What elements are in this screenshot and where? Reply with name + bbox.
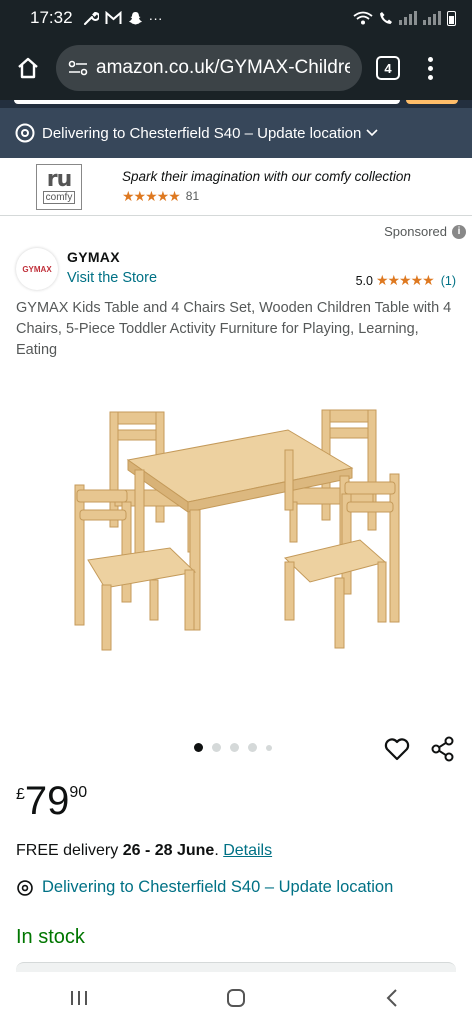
heart-icon[interactable] (384, 737, 410, 761)
price-currency: £ (16, 786, 25, 803)
tab-switcher-button[interactable]: 4 (376, 56, 400, 80)
delivery-dates: 26 - 28 June (122, 842, 215, 859)
rating-value: 5.0 (355, 273, 373, 288)
price-whole: 79 (24, 779, 70, 823)
share-icon[interactable] (430, 736, 456, 762)
location-pin-icon (15, 123, 35, 143)
wifi-icon (353, 11, 373, 25)
star-rating-icon: ★★★★★ (122, 187, 181, 204)
url-field[interactable]: amazon.co.uk/GYMAX-Childrer (56, 45, 362, 91)
delivery-info: FREE delivery 26 - 28 June. Details (16, 842, 273, 859)
call-icon (380, 12, 392, 24)
delivery-location-link[interactable]: Delivering to Chesterfield S40 – Update … (16, 878, 393, 897)
more-icon: ··· (148, 10, 163, 26)
back-icon[interactable] (382, 987, 404, 1009)
delivery-location-bar[interactable]: Delivering to Chesterfield S40 – Update … (0, 108, 472, 158)
carousel-dot[interactable] (248, 743, 257, 752)
brand-row: GYMAX GYMAX Visit the Store 5.0 ★★★★★ (1… (16, 246, 456, 290)
banner-rating: ★★★★★ 81 (122, 188, 411, 205)
status-bar: 17:32 ··· (0, 0, 472, 36)
image-carousel-indicator[interactable] (194, 743, 272, 752)
wrench-icon (83, 12, 99, 25)
carousel-dot[interactable] (212, 743, 221, 752)
visit-store-link[interactable]: Visit the Store (67, 270, 157, 286)
browser-menu-button[interactable] (428, 56, 433, 80)
gymax-logo[interactable]: GYMAX (16, 248, 58, 290)
sponsored-brand-banner[interactable]: ru comfy Spark their imagination with ou… (0, 158, 472, 216)
carousel-dot[interactable] (194, 743, 203, 752)
url-text: amazon.co.uk/GYMAX-Childrer (96, 57, 350, 78)
product-image[interactable] (60, 390, 420, 660)
location-pin-icon (17, 879, 33, 896)
signal-icon (399, 11, 417, 25)
banner-text: Spark their imagination with our comfy c… (122, 169, 411, 205)
sponsored-label[interactable]: Sponsored i (384, 224, 466, 239)
brand-name: GYMAX (67, 249, 120, 265)
product-price: £ 79 90 (16, 780, 87, 822)
star-rating-icon: ★★★★★ (375, 272, 435, 288)
banner-rating-count: 81 (185, 189, 200, 203)
chevron-down-icon (366, 129, 378, 137)
carousel-dot[interactable] (266, 744, 272, 751)
gmail-icon (105, 11, 122, 24)
home-nav-icon[interactable] (225, 987, 247, 1009)
home-button[interactable] (14, 54, 42, 82)
notification-icons: ··· (83, 10, 163, 26)
search-button-edge[interactable] (406, 100, 458, 104)
price-fraction: 90 (69, 784, 88, 801)
delivery-details-link[interactable]: Details (223, 842, 272, 859)
system-status-icons (353, 10, 456, 26)
carousel-dot[interactable] (230, 743, 239, 752)
product-rating[interactable]: 5.0 ★★★★★ (1) (356, 272, 456, 289)
site-settings-icon[interactable] (68, 60, 88, 76)
quantity-selector-edge[interactable] (16, 962, 456, 972)
delivery-location-text: Delivering to Chesterfield S40 – Update … (42, 124, 362, 142)
browser-toolbar: amazon.co.uk/GYMAX-Childrer 4 (0, 36, 472, 100)
battery-icon (447, 10, 456, 26)
system-nav-bar (0, 972, 472, 1024)
stock-status: In stock (16, 926, 85, 948)
search-box-edge[interactable] (14, 100, 400, 104)
rating-count-link[interactable]: (1) (441, 274, 456, 288)
product-title: GYMAX Kids Table and 4 Chairs Set, Woode… (16, 300, 452, 358)
amazon-search-strip (0, 100, 472, 108)
home-icon (18, 57, 38, 79)
snapchat-icon (128, 11, 142, 24)
info-icon[interactable]: i (452, 224, 466, 239)
signal-icon-2 (423, 11, 441, 25)
comfy-brand-logo[interactable]: ru comfy (36, 163, 82, 210)
banner-tagline: Spark their imagination with our comfy c… (122, 168, 411, 184)
recent-apps-icon[interactable] (68, 988, 90, 1008)
status-time: 17:32 (30, 8, 73, 27)
